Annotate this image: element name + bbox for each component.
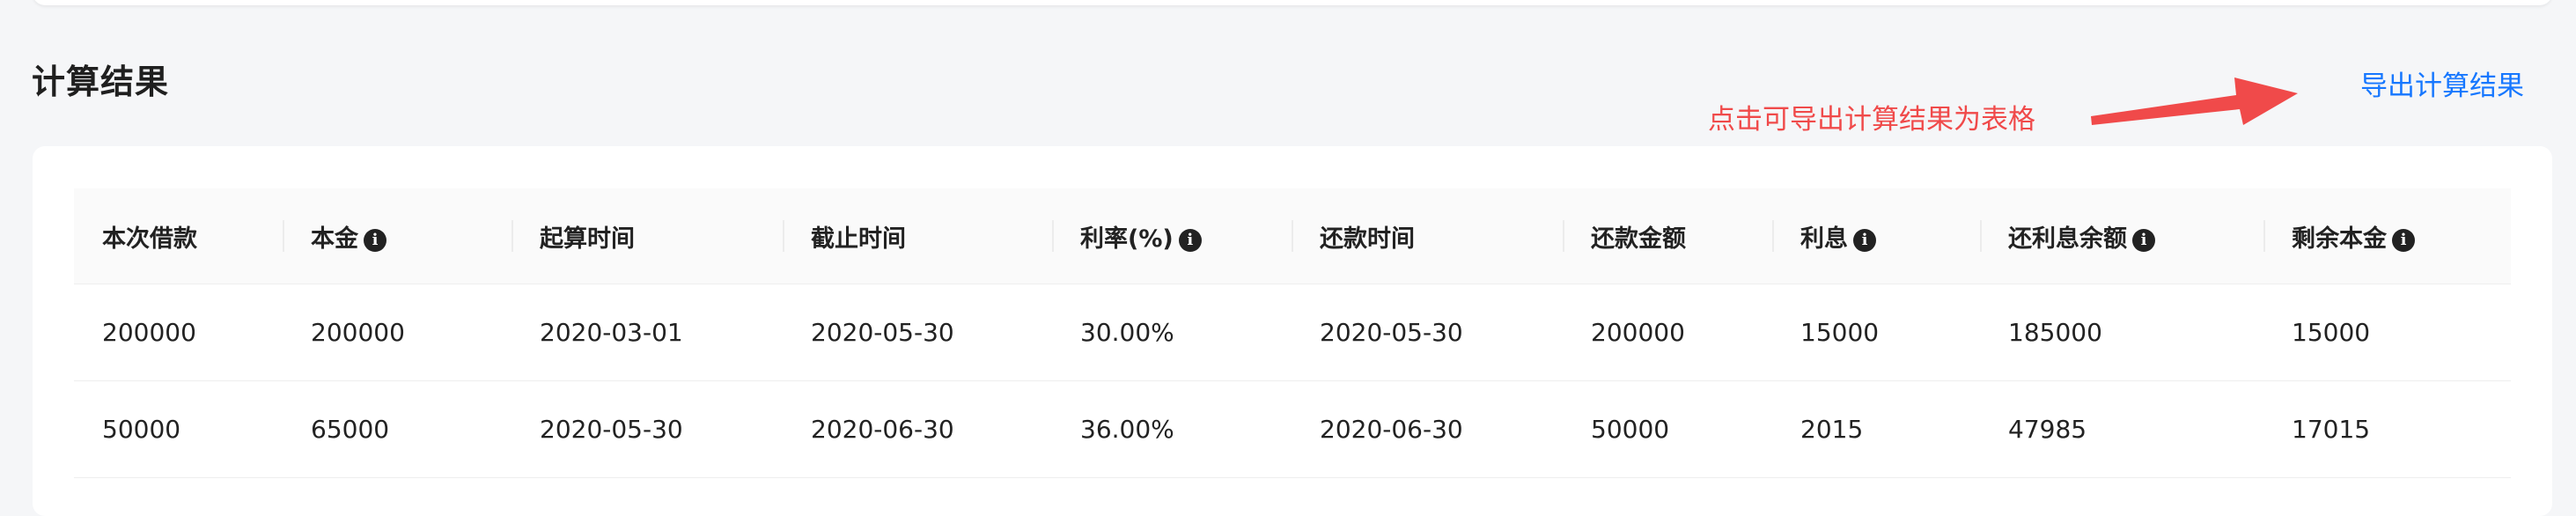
table-cell: 2020-05-30 [512,380,783,478]
column-header-label: 还利息余额 [2008,225,2127,253]
info-circle-icon[interactable]: i [1178,228,1202,252]
table-cell: 2020-06-30 [783,380,1052,478]
column-divider [783,220,784,252]
table-cell: 185000 [1980,284,2263,381]
column-header: 起算时间 [512,188,783,284]
table-cell: 200000 [74,284,283,381]
column-header: 还款金额 [1563,188,1772,284]
table-body: 200000 200000 2020-03-01 2020-05-30 30.00% 20… [74,284,2511,478]
table-cell: 47985 [1980,380,2263,478]
column-header-label: 剩余本金 [2292,225,2387,253]
column-header: 本金 i [283,188,512,284]
table-row: 50000 65000 2020-05-30 2020-06-30 36.00% 2020… [74,380,2511,478]
export-results-link[interactable]: 导出计算结果 [2360,63,2524,103]
column-divider [512,220,513,252]
info-circle-icon[interactable]: i [1853,228,1876,252]
column-divider [1563,220,1564,252]
table-cell: 50000 [1563,380,1772,478]
column-header: 截止时间 [783,188,1052,284]
results-table: 本次借款 本金 i 起算时间 截止时间 利率(%) i 还款时间 还款金额 利息 i 还利息余额 i 剩余… [74,188,2511,478]
column-divider [1292,220,1293,252]
column-header: 本次借款 [74,188,283,284]
column-header-label: 起算时间 [540,225,635,253]
export-hint: 点击可导出计算结果为表格 [1708,104,2035,136]
table-cell: 200000 [1563,284,1772,381]
column-header: 利息 i [1772,188,1980,284]
table-cell: 17015 [2263,380,2511,478]
column-header-label: 本次借款 [102,225,197,253]
column-header-label: 截止时间 [811,225,906,253]
page-title: 计算结果 [32,63,170,101]
table-cell: 30.00% [1052,284,1292,381]
table-cell: 2015 [1772,380,1980,478]
column-divider [2263,220,2265,252]
column-header-label: 利息 [1800,225,1848,253]
table-cell: 2020-06-30 [1292,380,1563,478]
arrow-icon [2091,77,2298,125]
table-cell: 200000 [283,284,512,381]
column-divider [1980,220,1982,252]
table-cell: 2020-03-01 [512,284,783,381]
column-divider [283,220,284,252]
column-divider [1052,220,1054,252]
column-header: 利率(%) i [1052,188,1292,284]
table-row: 200000 200000 2020-03-01 2020-05-30 30.00% 20… [74,284,2511,381]
table-cell: 2020-05-30 [783,284,1052,381]
table-header-row: 本次借款 本金 i 起算时间 截止时间 利率(%) i 还款时间 还款金额 利息 i 还利息余额 i 剩余… [74,188,2511,284]
column-header-label: 本金 [311,225,358,253]
table-cell: 15000 [2263,284,2511,381]
column-header-label: 利率(%) [1080,225,1174,253]
previous-panel [33,0,2552,5]
column-header: 剩余本金 i [2263,188,2511,284]
column-header-label: 还款金额 [1591,225,1686,253]
info-circle-icon[interactable]: i [364,228,386,252]
info-circle-icon[interactable]: i [2132,228,2155,252]
column-header: 还款时间 [1292,188,1563,284]
column-divider [1772,220,1774,252]
info-circle-icon[interactable]: i [2392,228,2415,252]
table-cell: 65000 [283,380,512,478]
table-cell: 15000 [1772,284,1980,381]
column-header-label: 还款时间 [1320,225,1415,253]
table-cell: 2020-05-30 [1292,284,1563,381]
column-header: 还利息余额 i [1980,188,2263,284]
table-cell: 36.00% [1052,380,1292,478]
table-cell: 50000 [74,380,283,478]
